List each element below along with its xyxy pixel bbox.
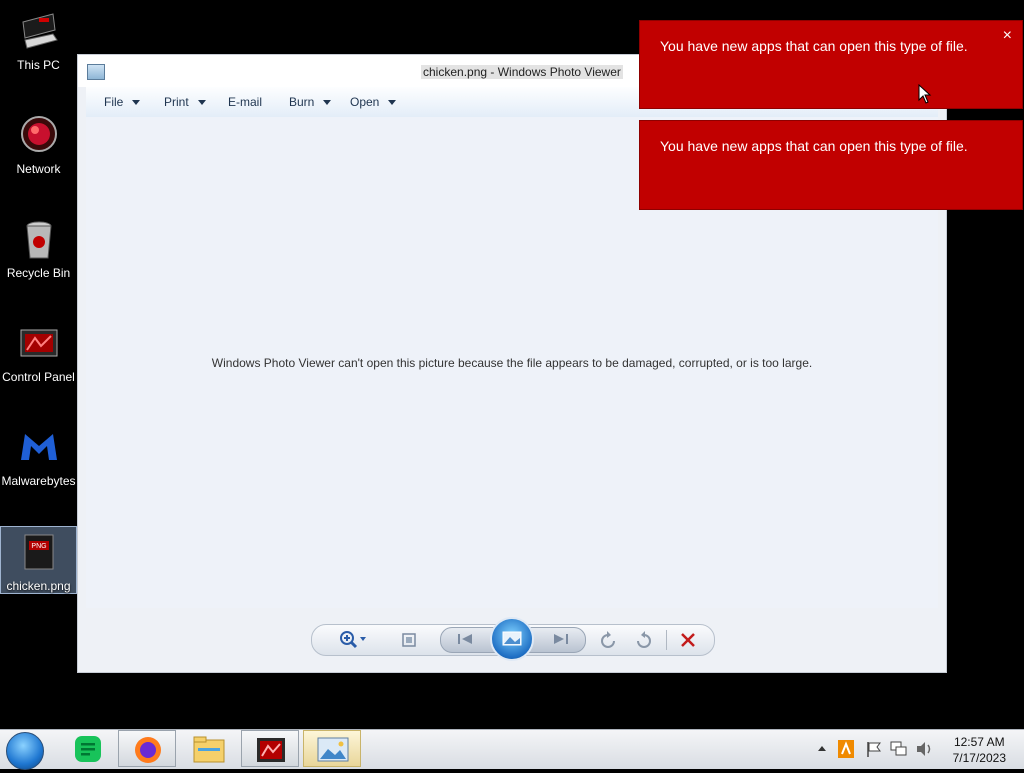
desktop-icon-label: This PC <box>17 58 60 72</box>
desktop-icon-chicken-png[interactable]: PNG chicken.png <box>0 526 77 594</box>
taskbar: 12:57 AM 7/17/2023 <box>0 729 1024 770</box>
menu-print-label: Print <box>164 95 189 109</box>
menu-file-label: File <box>104 95 124 109</box>
notification-toast[interactable]: You have new apps that can open this typ… <box>639 120 1023 210</box>
taskbar-firefox[interactable] <box>118 730 176 767</box>
desktop-icon-label: Malwarebytes <box>1 474 76 488</box>
menu-burn-label: Burn <box>289 95 315 109</box>
desktop-icon-label: Control Panel <box>2 370 75 384</box>
playback-toolbar <box>311 617 715 661</box>
desktop-icon-recycle-bin[interactable]: Recycle Bin <box>0 218 77 280</box>
photo-viewer-app-icon <box>87 64 105 80</box>
taskbar-clock[interactable]: 12:57 AM 7/17/2023 <box>953 734 1006 766</box>
network-icon[interactable] <box>889 740 909 758</box>
zoom-icon[interactable] <box>338 629 366 651</box>
next-icon[interactable] <box>549 630 571 653</box>
notification-message: You have new apps that can open this typ… <box>660 138 968 154</box>
mouse-cursor-icon <box>918 83 932 109</box>
taskbar-notes-app[interactable] <box>58 730 116 767</box>
slideshow-icon <box>502 631 522 646</box>
menu-open[interactable]: Open <box>350 95 397 109</box>
app-tray-icon[interactable] <box>837 739 855 759</box>
clock-time: 12:57 AM <box>953 735 1005 749</box>
notes-app-icon <box>75 736 101 762</box>
menu-email[interactable]: E-mail <box>228 95 262 109</box>
desktop-icon-network[interactable]: Network <box>0 114 77 176</box>
window-title: chicken.png - Windows Photo Viewer <box>421 65 623 79</box>
desktop-icon-control-panel[interactable]: Control Panel <box>0 322 77 384</box>
taskbar-photo-viewer[interactable] <box>303 730 361 767</box>
desktop-icon-this-pc[interactable]: This PC <box>0 10 77 72</box>
control-panel-icon <box>257 738 285 762</box>
folder-icon <box>193 736 225 763</box>
taskbar-file-explorer[interactable] <box>180 730 238 767</box>
desktop-icon-label: Recycle Bin <box>6 266 71 280</box>
notification-message: You have new apps that can open this typ… <box>660 38 968 54</box>
dropdown-arrow-icon <box>132 100 141 106</box>
desktop-icon-label: chicken.png <box>6 579 71 593</box>
computer-icon <box>17 10 61 54</box>
delete-icon[interactable] <box>677 629 699 651</box>
volume-icon[interactable] <box>915 740 935 758</box>
dropdown-arrow-icon <box>323 100 332 106</box>
menu-email-label: E-mail <box>228 95 263 109</box>
photo-viewer-icon <box>317 737 349 762</box>
menu-open-label: Open <box>350 95 380 109</box>
show-hidden-icons-icon[interactable] <box>817 744 827 752</box>
error-message: Windows Photo Viewer can't open this pic… <box>211 356 813 370</box>
recycle-bin-icon <box>17 218 61 262</box>
firefox-icon <box>135 737 161 763</box>
action-center-flag-icon[interactable] <box>865 740 883 758</box>
actual-size-icon[interactable] <box>398 629 420 651</box>
close-icon[interactable]: × <box>1003 27 1012 45</box>
desktop-icon-malwarebytes[interactable]: Malwarebytes <box>0 426 77 488</box>
menu-print[interactable]: Print <box>164 95 206 109</box>
dropdown-arrow-icon <box>388 100 397 106</box>
slideshow-button[interactable] <box>490 617 534 661</box>
previous-icon[interactable] <box>455 630 477 653</box>
menu-file[interactable]: File <box>104 95 141 109</box>
system-tray <box>815 730 935 769</box>
desktop-icon-label: Network <box>16 162 61 176</box>
clock-date: 7/17/2023 <box>952 751 1006 765</box>
malwarebytes-icon <box>17 426 61 470</box>
rotate-counterclockwise-icon[interactable] <box>598 629 620 651</box>
png-badge-text: PNG <box>31 543 46 550</box>
toolbar-separator <box>666 630 667 650</box>
network-globe-icon <box>17 114 61 158</box>
start-button[interactable] <box>6 732 44 770</box>
dropdown-arrow-icon <box>197 100 206 106</box>
notification-toast[interactable]: You have new apps that can open this typ… <box>639 20 1023 109</box>
menu-burn[interactable]: Burn <box>289 95 332 109</box>
rotate-clockwise-icon[interactable] <box>632 629 654 651</box>
png-file-icon: PNG <box>17 531 61 575</box>
taskbar-control-panel[interactable] <box>241 730 299 767</box>
control-panel-icon <box>17 322 61 366</box>
